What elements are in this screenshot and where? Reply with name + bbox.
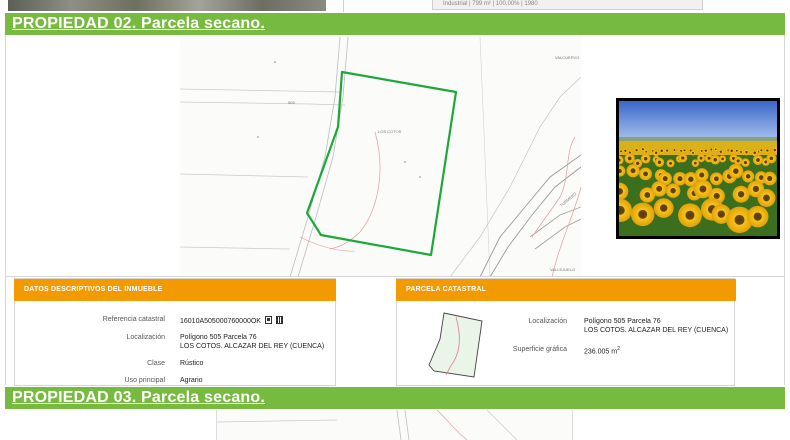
map-label-parcel: LOS COTOS [378,129,402,134]
sunflower-head [651,180,667,197]
sunflower-head [742,170,755,183]
parcel-shape-thumbnail [428,312,483,378]
sunflower-head [708,146,714,153]
sunflower-head [654,157,665,168]
sunflower-head [709,172,723,186]
sunflower-head [738,149,744,155]
sunflower-head [678,153,688,163]
sunflower-head [624,153,635,164]
value-parcel-location-detail: LOS COTOS. ALCAZAR DEL REY (CUENCA) [584,327,729,334]
property-02-title: PROPIEDAD 02. Parcela secano. [12,15,266,32]
sunflower-head [743,148,750,156]
value-cadastral-reference: 16010A505000760000OK [180,318,261,325]
previous-data-table: Industrial | 799 m² | 100,00% | 1980 [432,0,703,10]
sunflower-head [630,202,655,227]
sunflower-head [762,171,777,186]
previous-section-strip: Industrial | 799 m² | 100,00% | 1980 [0,0,790,13]
sunflower-head [728,147,735,155]
sunflower-head [710,154,721,165]
sunflower-head [702,147,710,154]
copy-icon[interactable] [264,316,272,324]
sunflower-head [728,163,744,179]
sunflower-head [643,149,649,155]
sunflower-head [757,188,776,207]
next-cadastral-map [216,410,573,440]
sunflower-head [732,185,750,203]
value-class: Rústico [180,360,204,367]
value-location: Polígono 505 Parcela 76 [180,334,257,341]
value-parcel-location: Polígono 505 Parcela 76 [584,318,661,325]
previous-aerial-photo [8,0,326,11]
value-surface: 236.005 m [584,348,618,356]
property-03-banner: PROPIEDAD 03. Parcela secano. [5,387,785,409]
property-03-title: PROPIEDAD 03. Parcela secano. [12,389,266,406]
sunflower-head [690,150,696,156]
sunflower-head [665,183,681,198]
sunflower-head [671,147,678,153]
value-main-use: Agrario [180,377,203,384]
sunflower-head [640,153,651,164]
sunflower-field-photo [616,98,780,239]
sunflower-head [766,153,777,164]
sunflower-head [678,203,702,228]
sunflower-head [658,147,666,155]
label-class: Clase [147,360,165,367]
sunflower-head [758,147,765,154]
cadastral-map: LOS COTOS VALCUERVO 505 TURMERO VALLEJUE… [180,37,581,277]
map-label-road-num: 505 [288,100,295,105]
sunflower-head [653,198,674,218]
label-main-use: Uso principal [124,377,165,384]
sunflower-head [681,147,688,153]
label-location: Localización [126,334,165,341]
sunflower-head [718,155,727,163]
sunflower-head [746,205,769,228]
sunflower-head [694,168,709,182]
sunflower-head [713,146,719,152]
sunflower-head [633,146,640,154]
sunflower-head [752,154,764,166]
sunflower-head [734,148,740,154]
sunflower-head [741,158,750,167]
sunflower-head [666,159,675,168]
cadastral-parcel-header: PARCELA CATASTRAL [396,279,736,301]
sunflower-head [639,167,652,181]
divider [343,0,344,12]
descriptive-data-panel: DATOS DESCRIPTIVOS DEL INMUEBLE Referenc… [14,278,336,386]
value-location-detail: LOS COTOS. ALCAZAR DEL REY (CUENCA) [180,343,325,350]
sunflower-head [664,147,671,154]
sunflower-head [717,148,724,155]
divider [5,276,785,277]
sunflower-head [626,164,640,178]
barcode-icon[interactable] [275,316,283,324]
sunflower-head [764,147,771,154]
value-surface-unit: 2 [617,346,620,352]
sunflower-head [697,154,706,163]
property-02-banner: PROPIEDAD 02. Parcela secano. [5,13,785,35]
label-cadastral-reference: Referencia catastral [102,316,165,323]
map-label-road-bottom: VALLEJUELO [550,267,576,272]
descriptive-data-header: DATOS DESCRIPTIVOS DEL INMUEBLE [14,279,336,301]
map-label-road-top: VALCUERVO [555,55,580,60]
